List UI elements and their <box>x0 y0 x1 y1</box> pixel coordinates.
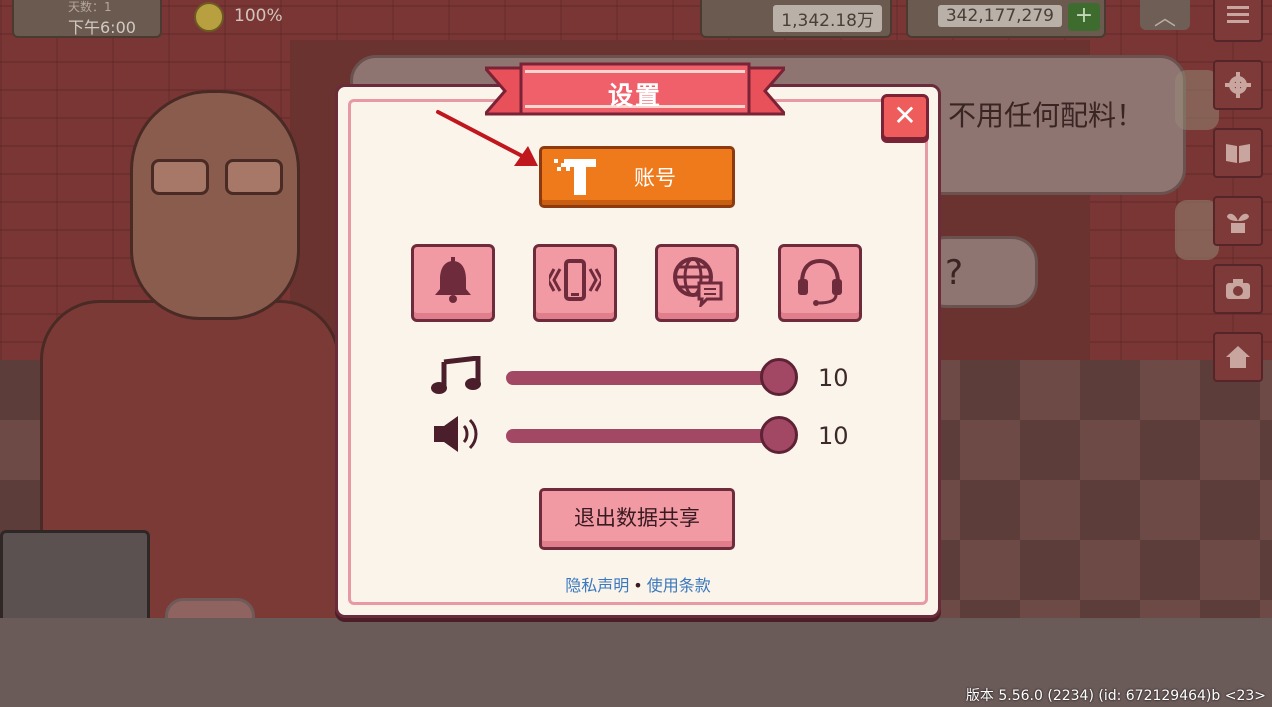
version-label: 版本 5.56.0 (2234) (id: 672129464)b <23> <box>965 688 1266 704</box>
mood-value: 100% <box>234 6 283 26</box>
vibration-button[interactable] <box>533 244 617 322</box>
chevron-up-icon: ︿ <box>1153 6 1176 31</box>
support-button[interactable] <box>778 244 862 322</box>
red-arrow-icon <box>436 110 538 166</box>
camera-button[interactable] <box>1213 264 1263 314</box>
cash-value: 1,342.18万 <box>773 5 882 32</box>
home-icon <box>1226 346 1250 368</box>
day-time-panel: 天数：1 下午6:00 <box>12 0 162 38</box>
sound-volume-value: 10 <box>818 422 849 450</box>
privacy-link[interactable]: 隐私声明 <box>565 576 629 595</box>
sound-volume-row: 10 <box>430 412 870 458</box>
home-button[interactable] <box>1213 332 1263 382</box>
vibrate-icon <box>549 259 601 301</box>
bell-icon <box>435 257 471 303</box>
speaker-icon <box>434 416 478 452</box>
language-button[interactable] <box>655 244 739 322</box>
camera-icon <box>1226 279 1250 299</box>
collapse-hud-button[interactable]: ︿ <box>1140 0 1190 31</box>
account-label: 账号 <box>634 166 676 190</box>
settings-button[interactable] <box>1213 60 1263 110</box>
mood-panel: 100% <box>178 0 298 38</box>
close-button[interactable]: ✕ <box>881 94 929 140</box>
thought-text: ? <box>945 253 964 293</box>
language-icon <box>673 257 723 307</box>
speech-text: 不用任何配料！ <box>948 99 1145 132</box>
support-headset-icon <box>798 258 842 306</box>
exit-data-sharing-button[interactable]: 退出数据共享 <box>539 488 735 550</box>
smiley-icon <box>194 2 224 32</box>
book-icon <box>1226 144 1250 163</box>
notifications-button[interactable] <box>411 244 495 322</box>
music-slider-track[interactable] <box>506 371 786 385</box>
cash-panel[interactable]: 1,342.18万 <box>700 0 892 38</box>
customer-eye <box>151 159 209 195</box>
music-volume-value: 10 <box>818 364 849 392</box>
terms-link[interactable]: 使用条款 <box>647 576 711 595</box>
customer-eye <box>225 159 283 195</box>
customer-head <box>130 90 300 320</box>
menu-button[interactable] <box>1213 0 1263 42</box>
recipe-book-button[interactable] <box>1213 128 1263 178</box>
music-volume-row: 10 <box>430 354 870 400</box>
tapblaze-logo-icon <box>554 159 596 195</box>
gems-value: 342,177,279 <box>937 5 1062 27</box>
link-separator: • <box>633 576 643 595</box>
menu-icon <box>1227 6 1249 23</box>
music-note-icon <box>431 356 481 394</box>
time-label: 下午6:00 <box>68 18 136 37</box>
gems-panel: 342,177,279 + <box>906 0 1106 38</box>
settings-icon <box>1225 72 1251 98</box>
day-label: 天数：1 <box>68 0 112 14</box>
sound-slider-handle[interactable] <box>760 416 798 454</box>
music-slider-handle[interactable] <box>760 358 798 396</box>
footer-links: 隐私声明 • 使用条款 <box>335 572 941 596</box>
account-button[interactable]: 账号 <box>539 146 735 208</box>
plant-icon <box>1227 213 1249 233</box>
sound-slider-track[interactable] <box>506 429 786 443</box>
add-gems-button[interactable]: + <box>1068 3 1100 31</box>
garden-button[interactable] <box>1213 196 1263 246</box>
